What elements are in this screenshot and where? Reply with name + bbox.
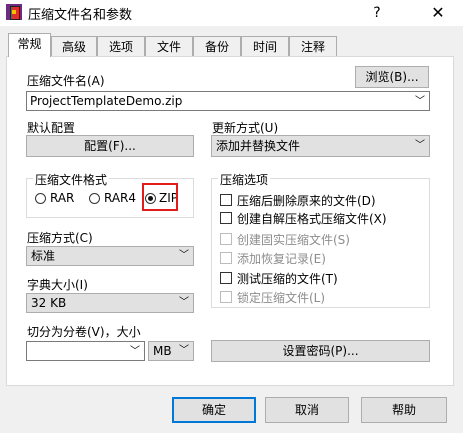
chevron-down-icon: ﹀ [179, 250, 189, 261]
checkbox-delete-after-label: 压缩后删除原来的文件(D) [237, 194, 376, 208]
method-select[interactable]: 标准 ﹀ [26, 246, 194, 266]
profile-label: 默认配置 [27, 121, 76, 135]
chevron-down-icon[interactable]: ﹀ [415, 93, 425, 110]
method-label: 压缩方式(C) [27, 231, 93, 245]
tab-comment[interactable]: 注释 [289, 36, 337, 56]
radio-rar-label: RAR [50, 191, 75, 205]
tab-options[interactable]: 选项 [97, 36, 145, 56]
profile-button[interactable]: 配置(F)... [26, 135, 194, 157]
checkbox-recovery[interactable] [220, 252, 232, 264]
dict-size-label: 字典大小(I) [27, 278, 88, 292]
dict-size-select[interactable]: 32 KB ﹀ [26, 293, 194, 313]
method-value: 标准 [31, 249, 56, 263]
tab-time[interactable]: 时间 [241, 36, 289, 56]
dict-size-value: 32 KB [31, 296, 67, 310]
checkbox-test-files-label: 测试压缩的文件(T) [237, 272, 338, 286]
cancel-button[interactable]: 取消 [265, 397, 349, 423]
checkbox-solid-label: 创建固实压缩文件(S) [237, 233, 350, 247]
archive-name-label: 压缩文件名(A) [27, 74, 105, 88]
checkbox-create-sfx-label: 创建自解压格式压缩文件(X) [237, 212, 387, 226]
checkbox-recovery-label: 添加恢复记录(E) [237, 252, 326, 266]
split-unit-value: MB [153, 344, 172, 358]
update-mode-value: 添加并替换文件 [216, 139, 301, 153]
help-button[interactable]: 帮助 [361, 397, 447, 423]
archive-name-value: ProjectTemplateDemo.zip [30, 94, 183, 108]
archive-name-combo[interactable]: ProjectTemplateDemo.zip ﹀ [26, 91, 430, 111]
split-label: 切分为分卷(V)，大小 [27, 325, 141, 339]
radio-rar4-label: RAR4 [104, 191, 137, 205]
help-icon[interactable]: ? [362, 0, 392, 26]
chevron-down-icon: ﹀ [415, 140, 425, 151]
split-size-combo[interactable]: ﹀ [26, 341, 145, 361]
tab-files[interactable]: 文件 [145, 36, 193, 56]
checkbox-lock-label: 锁定压缩文件(L) [237, 291, 326, 305]
checkbox-lock[interactable] [220, 291, 232, 303]
update-mode-select[interactable]: 添加并替换文件 ﹀ [211, 135, 430, 157]
browse-button[interactable]: 浏览(B)... [355, 66, 429, 88]
checkbox-test-files[interactable] [220, 272, 232, 284]
checkbox-create-sfx[interactable] [220, 212, 232, 224]
chevron-down-icon: ﹀ [179, 345, 189, 356]
radio-rar4[interactable] [89, 193, 100, 204]
window-title: 压缩文件名和参数 [28, 8, 133, 23]
chevron-down-icon[interactable]: ﹀ [130, 343, 140, 360]
checkbox-solid[interactable] [220, 233, 232, 245]
archive-format-title: 压缩文件格式 [33, 171, 110, 188]
chevron-down-icon: ﹀ [179, 297, 189, 308]
tab-advanced[interactable]: 高级 [51, 36, 97, 56]
archiving-options-title: 压缩选项 [218, 171, 271, 188]
zip-highlight-box [142, 183, 178, 211]
tab-general[interactable]: 常规 [8, 33, 51, 57]
tab-backup[interactable]: 备份 [193, 36, 241, 56]
split-unit-select[interactable]: MB ﹀ [148, 341, 194, 361]
radio-rar[interactable] [35, 193, 46, 204]
ok-button[interactable]: 确定 [172, 397, 256, 423]
set-password-button[interactable]: 设置密码(P)... [211, 340, 430, 362]
checkbox-delete-after[interactable] [220, 194, 232, 206]
close-icon[interactable]: ✕ [418, 0, 458, 26]
winrar-app-icon [6, 4, 22, 20]
update-mode-label: 更新方式(U) [212, 121, 279, 135]
